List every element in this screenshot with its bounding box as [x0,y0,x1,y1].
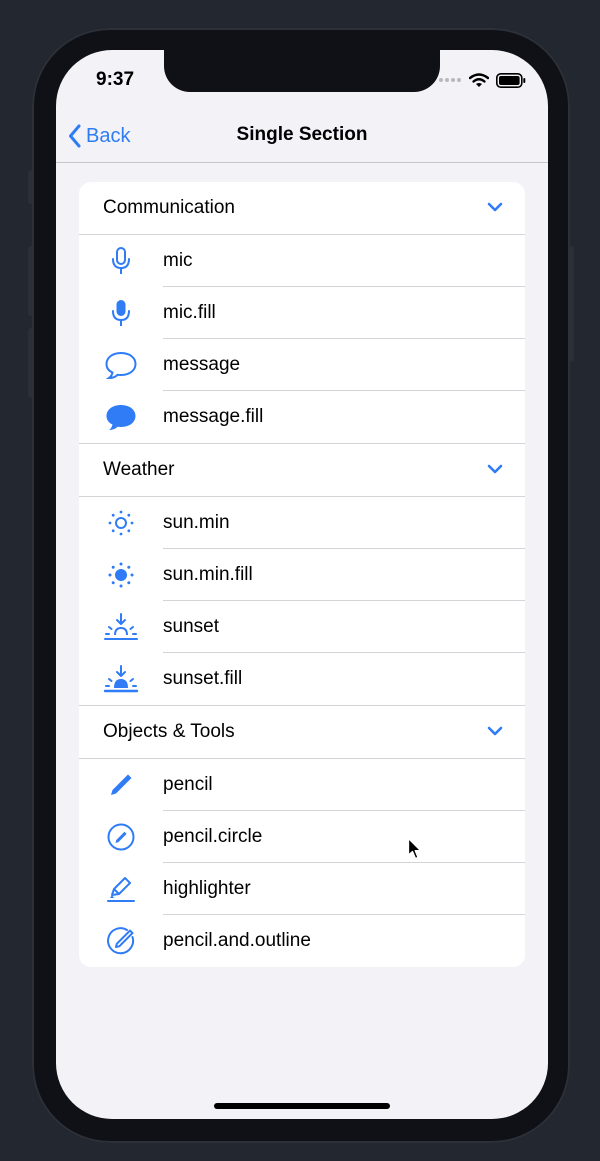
list-item-message-fill[interactable]: message.fill [79,391,525,443]
mouse-cursor-icon [407,837,422,860]
highlighter-icon [107,877,135,902]
sections-list: Communication mic mic.fill message messa… [79,182,525,967]
message-fill-icon [106,405,136,430]
section-title: Objects & Tools [103,721,235,742]
sun-min-icon [108,510,134,536]
list-item-message[interactable]: message [79,339,525,391]
sunset-icon [104,613,138,640]
list-item-sun-min-fill[interactable]: sun.min.fill [79,549,525,601]
list-item-label: pencil.and.outline [163,930,311,951]
list-item-label: pencil [163,774,213,795]
list-item-mic-fill[interactable]: mic.fill [79,287,525,339]
battery-icon [496,72,526,88]
list-item-label: sunset.fill [163,668,243,689]
status-icons [438,70,526,90]
status-time: 9:37 [96,69,135,90]
notch [164,50,440,92]
list-item-sunset[interactable]: sunset [79,601,525,653]
list-item-sun-min[interactable]: sun.min [79,497,525,549]
list-item-label: mic.fill [163,302,216,323]
page-title: Single Section [236,124,368,145]
list-item-label: sunset [163,616,219,637]
list-item-label: message [163,354,241,375]
list-item-mic[interactable]: mic [79,235,525,287]
section-header-communication[interactable]: Communication [79,182,525,235]
list-item-pencil[interactable]: pencil [79,759,525,811]
navigation-bar: Back Single Section [56,110,548,163]
list-item-pencil-and-outline[interactable]: pencil.and.outline [79,915,525,967]
list-item-label: highlighter [163,878,251,899]
list-item-label: sun.min.fill [163,564,253,585]
sun-min-fill-icon [108,562,134,588]
mic-icon [112,247,130,274]
sunset-fill-icon [103,665,139,693]
mic-fill-icon [112,300,130,326]
pencil-circle-icon [107,823,135,851]
section-header-weather[interactable]: Weather [79,443,525,497]
list-item-label: pencil.circle [163,826,263,847]
list-item-label: mic [163,250,193,271]
chevron-down-icon [487,726,503,736]
wifi-icon [469,72,489,87]
pencil-icon [111,774,132,795]
section-header-objects-tools[interactable]: Objects & Tools [79,705,525,759]
chevron-down-icon [487,464,503,474]
section-title: Weather [103,459,175,480]
signal-icon [439,78,461,82]
chevron-down-icon [487,202,503,212]
list-item-label: sun.min [163,512,230,533]
home-indicator[interactable] [214,1103,390,1109]
list-item-highlighter[interactable]: highlighter [79,863,525,915]
list-item-label: message.fill [163,406,264,427]
pencil-and-outline-icon [107,927,135,955]
list-item-sunset-fill[interactable]: sunset.fill [79,653,525,705]
section-title: Communication [103,197,235,218]
message-icon [105,351,137,380]
list-item-pencil-circle[interactable]: pencil.circle [79,811,525,863]
screen: 9:37 Back Single Section Communication m… [56,50,548,1119]
